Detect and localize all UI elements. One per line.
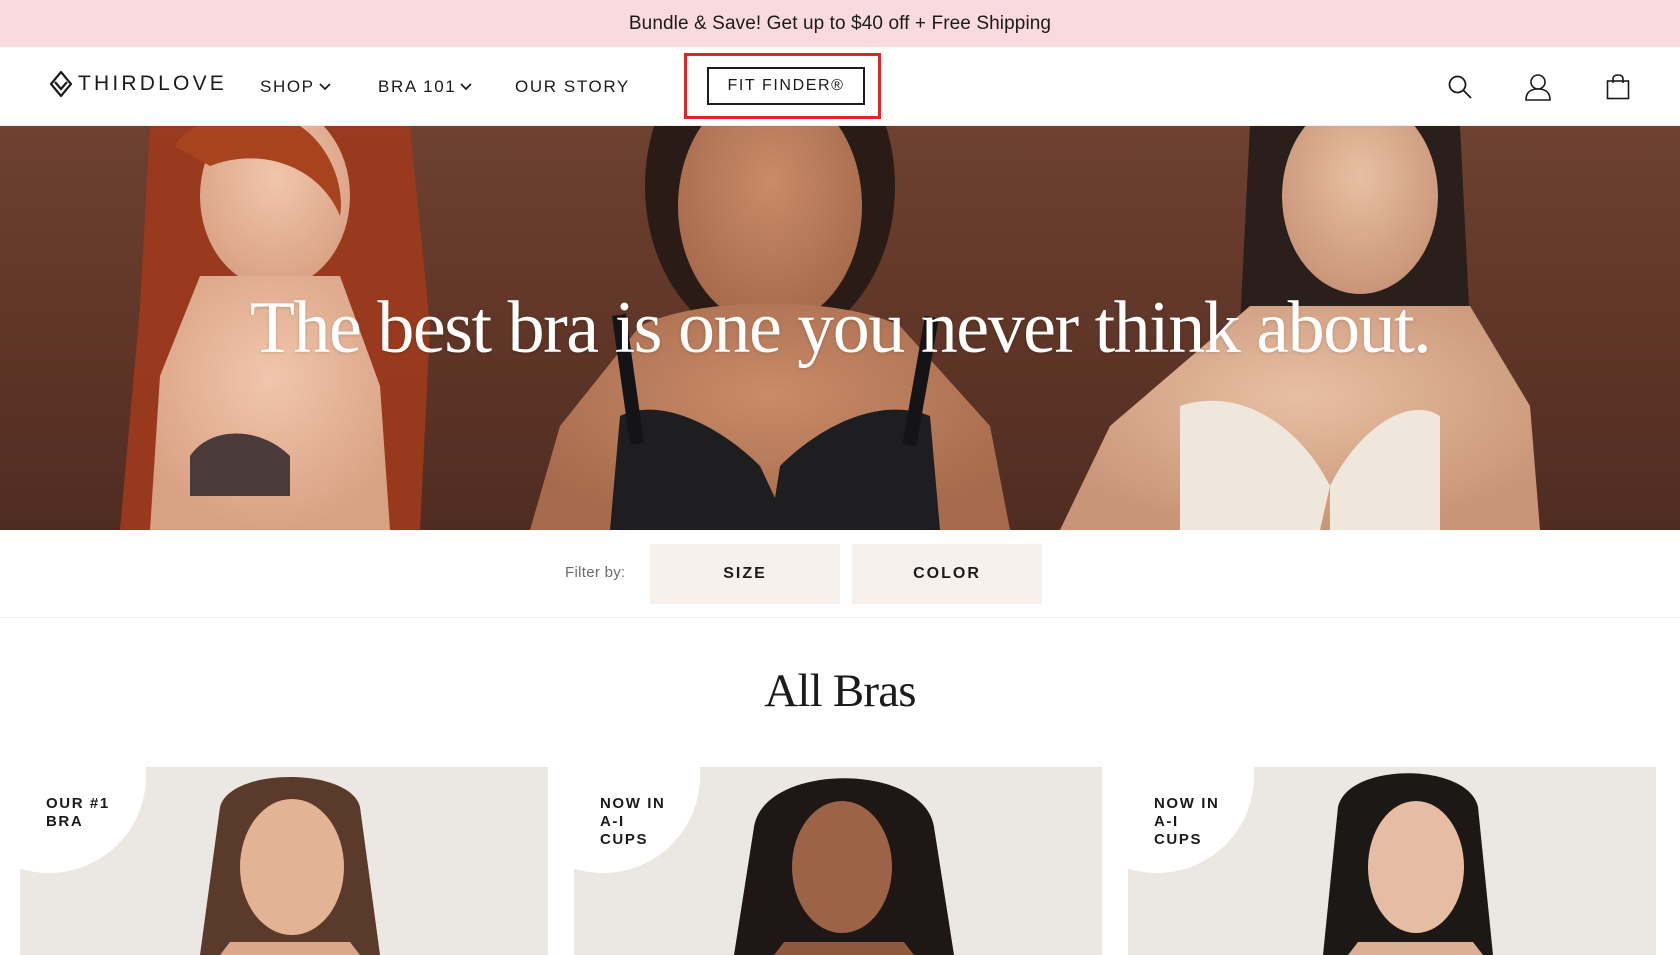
logo[interactable]: THIRDLOVE bbox=[50, 71, 227, 97]
filter-bar: Filter by: SIZE COLOR bbox=[0, 530, 1680, 618]
nav-shop[interactable]: SHOP bbox=[260, 47, 331, 126]
product-badge-text: NOW IN A-I CUPS bbox=[1154, 795, 1219, 849]
search-icon[interactable] bbox=[1442, 69, 1478, 105]
site-header: THIRDLOVE SHOP BRA 101 OUR STORY FIT FIN… bbox=[0, 47, 1680, 126]
promo-text: Bundle & Save! Get up to $40 off + Free … bbox=[628, 12, 1052, 34]
product-badge-text: NOW IN A-I CUPS bbox=[600, 795, 665, 849]
badge-line: A-I bbox=[1154, 813, 1179, 830]
hero-title: The best bra is one you never think abou… bbox=[249, 287, 1432, 369]
badge-line: A-I bbox=[600, 813, 625, 830]
account-icon[interactable] bbox=[1520, 69, 1556, 105]
logo-text: THIRDLOVE bbox=[78, 72, 227, 95]
badge-line: BRA bbox=[46, 813, 84, 830]
fit-finder-label: FIT FINDER® bbox=[727, 77, 845, 94]
product-card[interactable]: NOW IN A-I CUPS bbox=[1128, 767, 1656, 955]
nav-bra-101-label: BRA 101 bbox=[378, 76, 457, 96]
filter-color-label: COLOR bbox=[913, 565, 981, 582]
nav-bra-101[interactable]: BRA 101 bbox=[378, 47, 472, 126]
badge-line: OUR #1 bbox=[46, 795, 110, 812]
cart-icon[interactable] bbox=[1600, 69, 1636, 105]
chevron-down-icon bbox=[318, 82, 331, 91]
nav-our-story-label: OUR STORY bbox=[515, 76, 630, 96]
badge-line: CUPS bbox=[600, 831, 649, 848]
fit-finder-button[interactable]: FIT FINDER® bbox=[707, 67, 865, 105]
filter-label: Filter by: bbox=[565, 564, 626, 581]
product-card[interactable]: NOW IN A-I CUPS bbox=[574, 767, 1102, 955]
badge-line: NOW IN bbox=[1154, 795, 1220, 812]
product-badge-text: OUR #1 BRA bbox=[46, 795, 110, 831]
badge-line: CUPS bbox=[1154, 831, 1203, 848]
promo-banner[interactable]: Bundle & Save! Get up to $40 off + Free … bbox=[0, 0, 1680, 47]
filter-size-button[interactable]: SIZE bbox=[650, 544, 840, 604]
nav-shop-label: SHOP bbox=[260, 76, 315, 96]
nav-our-story[interactable]: OUR STORY bbox=[515, 47, 630, 126]
thirdlove-diamond-logo-icon bbox=[50, 71, 72, 97]
section-title: All Bras bbox=[764, 665, 916, 717]
product-card[interactable]: OUR #1 BRA bbox=[20, 767, 548, 955]
chevron-down-icon bbox=[460, 82, 472, 91]
filter-size-label: SIZE bbox=[723, 565, 767, 582]
filter-color-button[interactable]: COLOR bbox=[852, 544, 1042, 604]
badge-line: NOW IN bbox=[600, 795, 666, 812]
hero-banner: The best bra is one you never think abou… bbox=[0, 126, 1680, 530]
